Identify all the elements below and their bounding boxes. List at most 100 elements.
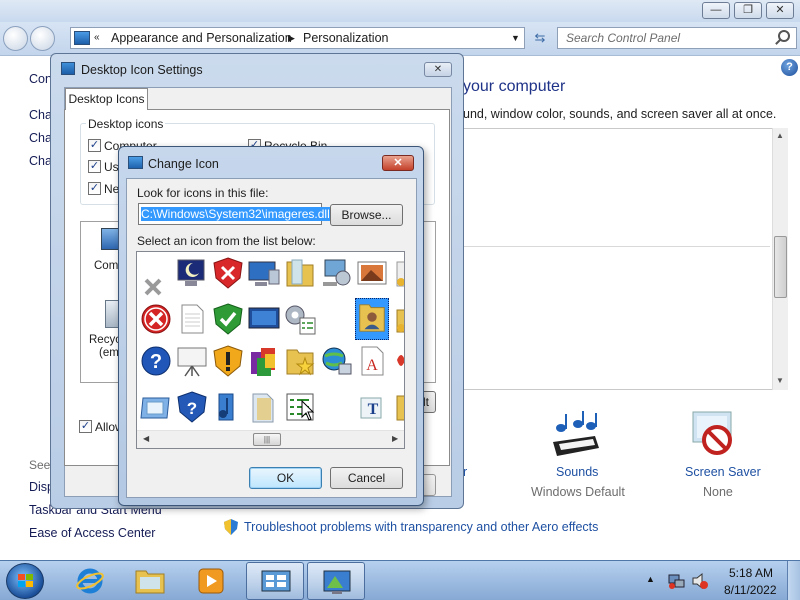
close-window-button[interactable]: ✕: [766, 2, 794, 19]
gray-x-icon[interactable]: [139, 268, 173, 302]
music-notes-icon[interactable]: [211, 390, 245, 424]
volume-muted-icon[interactable]: [691, 572, 709, 590]
system-settings-icon[interactable]: [319, 256, 353, 290]
scroll-down-icon[interactable]: ▼: [776, 376, 784, 385]
shield-error-icon[interactable]: [211, 256, 245, 290]
taskbar-personalization[interactable]: [307, 562, 365, 600]
theme-scrollbar[interactable]: ▲ ▼: [772, 128, 788, 390]
cancel-button[interactable]: Cancel: [330, 467, 403, 489]
close-button[interactable]: ✕: [382, 155, 414, 171]
clock-time[interactable]: 5:18 AM: [729, 566, 773, 580]
navigation-bar: « Appearance and Personalization ▶ Perso…: [0, 22, 800, 56]
left-link-3[interactable]: Cha: [29, 131, 52, 145]
scroll-right-icon[interactable]: ▶: [392, 434, 398, 443]
folder-icon[interactable]: [283, 256, 317, 290]
window-frame-icon[interactable]: [139, 390, 173, 424]
search-icon[interactable]: [778, 30, 790, 42]
search-input[interactable]: Search Control Panel: [557, 27, 797, 49]
show-desktop-button[interactable]: [787, 561, 800, 600]
svg-text:A: A: [366, 357, 378, 374]
start-button[interactable]: [6, 563, 44, 599]
address-bar[interactable]: « Appearance and Personalization ▶ Perso…: [70, 27, 525, 49]
selected-icon-cell[interactable]: [355, 298, 389, 340]
left-link-4[interactable]: Cha: [29, 154, 52, 168]
partial-icon-3[interactable]: [391, 344, 405, 378]
back-button[interactable]: [3, 26, 28, 51]
scroll-left-icon[interactable]: ◀: [143, 434, 149, 443]
blank-document-icon[interactable]: [175, 302, 209, 336]
minimize-button[interactable]: —: [702, 2, 730, 19]
users-files-checkbox[interactable]: ✓: [88, 160, 101, 173]
file-path-input[interactable]: C:\Windows\System32\imageres.dll: [138, 203, 330, 225]
allow-themes-checkbox[interactable]: ✓: [79, 420, 92, 433]
icon-grid-horizontal-scrollbar[interactable]: ◀ ||| ▶: [137, 430, 404, 448]
taskbar-control-panel[interactable]: [246, 562, 304, 600]
left-link-2[interactable]: Cha: [29, 108, 52, 122]
folder-icon: [135, 570, 165, 594]
browse-button[interactable]: Browse...: [330, 204, 403, 226]
svg-text:?: ?: [150, 351, 162, 373]
screen-saver-icon[interactable]: [691, 410, 741, 458]
taskbar-internet-explorer[interactable]: [61, 562, 119, 600]
left-link-1[interactable]: Con: [29, 72, 52, 86]
mouse-cursor-icon: [301, 400, 315, 421]
dropdown-arrow-icon[interactable]: ▼: [511, 28, 520, 48]
favorites-folder-icon[interactable]: [283, 344, 317, 378]
documents-folder-icon[interactable]: [247, 390, 281, 424]
network-checkbox[interactable]: ✓: [88, 182, 101, 195]
icon-grid[interactable]: ? A ? T: [136, 251, 405, 449]
ok-button[interactable]: OK: [249, 467, 322, 489]
network-globe-icon[interactable]: [319, 344, 353, 378]
theme-list[interactable]: [430, 128, 788, 390]
window-titlebar: — ❐ ✕: [0, 0, 800, 22]
page-heading: your computer: [463, 78, 566, 95]
shield-check-icon[interactable]: [211, 302, 245, 336]
dialog-title: Desktop Icon Settings: [81, 63, 203, 77]
close-button[interactable]: ✕: [424, 62, 452, 77]
clock-date[interactable]: 8/11/2022: [724, 583, 777, 597]
ease-of-access-link[interactable]: Ease of Access Center: [29, 526, 155, 540]
scrollbar-thumb[interactable]: [774, 236, 787, 298]
troubleshoot-link[interactable]: Troubleshoot problems with transparency …: [244, 520, 598, 534]
network-computer-icon[interactable]: [247, 256, 281, 290]
help-icon[interactable]: ?: [781, 59, 798, 76]
page-subtitle: und, window color, sounds, and screen sa…: [463, 107, 777, 121]
refresh-icon[interactable]: ⇆: [528, 28, 552, 48]
restore-button[interactable]: ❐: [734, 2, 762, 19]
partial-icon-4[interactable]: [391, 390, 405, 424]
screen-saver-link[interactable]: Screen Saver: [685, 465, 761, 479]
monitor-screen-icon[interactable]: [247, 302, 281, 336]
partial-icon-2[interactable]: [391, 302, 405, 336]
settings-checklist-icon[interactable]: [283, 302, 317, 336]
shield-warning-icon[interactable]: [211, 344, 245, 378]
shield-help-icon[interactable]: ?: [175, 390, 209, 424]
network-status-icon[interactable]: [667, 572, 685, 590]
show-hidden-icons-icon[interactable]: ▲: [646, 574, 655, 584]
forward-button[interactable]: [30, 26, 55, 51]
sounds-icon[interactable]: [551, 410, 601, 460]
partial-icon-1[interactable]: [391, 256, 405, 290]
file-path-value: C:\Windows\System32\imageres.dll: [141, 207, 330, 221]
computer-checkbox[interactable]: ✓: [88, 139, 101, 152]
error-icon[interactable]: [139, 302, 173, 336]
font-document-icon[interactable]: A: [355, 344, 389, 378]
taskbar-explorer[interactable]: [121, 562, 179, 600]
scroll-up-icon[interactable]: ▲: [776, 131, 784, 140]
taskbar-media-player[interactable]: [181, 562, 239, 600]
help-question-icon[interactable]: ?: [139, 344, 173, 378]
sounds-link[interactable]: Sounds: [556, 465, 598, 479]
image-picture-icon[interactable]: [355, 256, 389, 290]
software-box-icon[interactable]: [247, 344, 281, 378]
projector-screen-icon[interactable]: [175, 344, 209, 378]
personalization-icon: [323, 570, 351, 594]
svg-text:?: ?: [187, 399, 197, 418]
dialog-icon: [61, 62, 75, 75]
tab-desktop-icons[interactable]: Desktop Icons: [65, 88, 148, 110]
monitor-moon-icon[interactable]: [175, 256, 209, 290]
breadcrumb-appearance[interactable]: Appearance and Personalization: [111, 28, 292, 48]
horizontal-scrollbar-thumb[interactable]: |||: [253, 433, 281, 446]
windows-logo-icon: [18, 574, 33, 587]
breadcrumb-personalization[interactable]: Personalization: [303, 28, 388, 48]
font-text-icon[interactable]: T: [355, 390, 389, 424]
control-panel-icon: [261, 570, 291, 592]
